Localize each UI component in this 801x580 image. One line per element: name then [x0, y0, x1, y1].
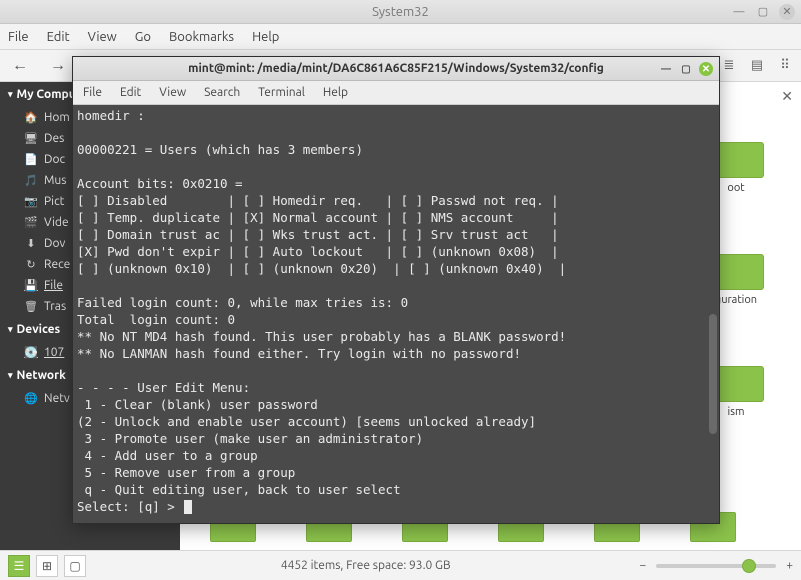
window-title: System32: [372, 5, 429, 19]
documents-icon: 📄: [24, 153, 38, 166]
home-icon: 🏠: [24, 111, 38, 124]
maximize-button[interactable]: ▢: [755, 4, 771, 20]
terminal-prompt: Select: [q] >: [77, 499, 182, 514]
forward-button[interactable]: →: [44, 54, 72, 77]
sidebar-item-label: 107: [44, 346, 64, 359]
view-compact-icon[interactable]: ▤: [747, 56, 767, 76]
music-icon: 🎵: [24, 174, 38, 187]
hide-sidebar-button[interactable]: ▢: [64, 555, 86, 577]
disk-icon: 💽: [24, 346, 38, 359]
terminal-scrollbar[interactable]: [709, 314, 717, 434]
sidebar-item-label: Rece: [44, 258, 70, 271]
terminal-menu-file[interactable]: File: [83, 86, 102, 99]
sidebar-item-label: Dov: [44, 237, 65, 250]
network-icon: 🌐: [24, 392, 38, 405]
terminal-cursor: [184, 500, 192, 514]
terminal-window[interactable]: mint@mint: /media/mint/DA6C861A6C85F215/…: [72, 56, 720, 524]
sidebar-item-label: Doc: [44, 153, 65, 166]
status-bar: ☰ ⊞ ▢ 4452 items, Free space: 93.0 GB − …: [0, 550, 801, 580]
terminal-menu-search[interactable]: Search: [204, 86, 240, 99]
terminal-titlebar[interactable]: mint@mint: /media/mint/DA6C861A6C85F215/…: [73, 57, 719, 81]
close-tab-icon[interactable]: ✕: [781, 88, 793, 105]
menu-go[interactable]: Go: [135, 30, 151, 44]
terminal-menu-view[interactable]: View: [159, 86, 186, 99]
main-titlebar: System32 — ▢ ✕: [0, 0, 801, 24]
show-places-button[interactable]: ☰: [8, 555, 30, 577]
desktop-icon: 🖥: [24, 132, 38, 145]
sidebar-item-label: File: [44, 279, 63, 292]
menu-view[interactable]: View: [88, 30, 117, 44]
terminal-menu-help[interactable]: Help: [323, 86, 348, 99]
status-text: 4452 items, Free space: 93.0 GB: [92, 559, 639, 572]
menu-edit[interactable]: Edit: [47, 30, 70, 44]
filesystem-icon: 💾: [24, 279, 38, 292]
terminal-menu-edit[interactable]: Edit: [120, 86, 141, 99]
terminal-menubar: File Edit View Search Terminal Help: [73, 81, 719, 105]
menu-bookmarks[interactable]: Bookmarks: [169, 30, 234, 44]
zoom-in-icon[interactable]: +: [786, 559, 793, 572]
show-tree-button[interactable]: ⊞: [36, 555, 58, 577]
back-button[interactable]: ←: [6, 54, 34, 77]
sidebar-item-label: Des: [44, 132, 64, 145]
sidebar-item-label: Pict: [44, 195, 64, 208]
zoom-out-icon[interactable]: −: [639, 559, 646, 572]
view-list-icon[interactable]: ≣: [719, 56, 739, 76]
downloads-icon: ⬇: [24, 237, 38, 250]
terminal-minimize-button[interactable]: —: [659, 62, 673, 76]
sidebar-item-label: Netv: [44, 392, 70, 405]
menu-help[interactable]: Help: [252, 30, 279, 44]
trash-icon: 🗑: [24, 300, 38, 313]
recent-icon: ↻: [24, 258, 38, 271]
sidebar-item-label: Vide: [44, 216, 69, 229]
zoom-slider[interactable]: [656, 564, 776, 568]
terminal-close-button[interactable]: ✕: [699, 62, 713, 76]
sidebar-item-label: Mus: [44, 174, 67, 187]
sidebar-item-label: Tras: [44, 300, 66, 313]
terminal-title: mint@mint: /media/mint/DA6C861A6C85F215/…: [188, 62, 604, 75]
videos-icon: 🎬: [24, 216, 38, 229]
sidebar-item-label: Hom: [44, 111, 70, 124]
view-grid-icon[interactable]: ⠿: [775, 56, 795, 76]
terminal-menu-terminal[interactable]: Terminal: [258, 86, 305, 99]
pictures-icon: 📷: [24, 195, 38, 208]
main-menubar: File Edit View Go Bookmarks Help: [0, 24, 801, 50]
menu-file[interactable]: File: [8, 30, 29, 44]
terminal-body[interactable]: homedir : 00000221 = Users (which has 3 …: [73, 105, 719, 523]
minimize-button[interactable]: —: [731, 4, 747, 20]
close-button[interactable]: ✕: [779, 4, 795, 20]
terminal-maximize-button[interactable]: ▢: [679, 62, 693, 76]
terminal-output: homedir : 00000221 = Users (which has 3 …: [77, 108, 566, 497]
